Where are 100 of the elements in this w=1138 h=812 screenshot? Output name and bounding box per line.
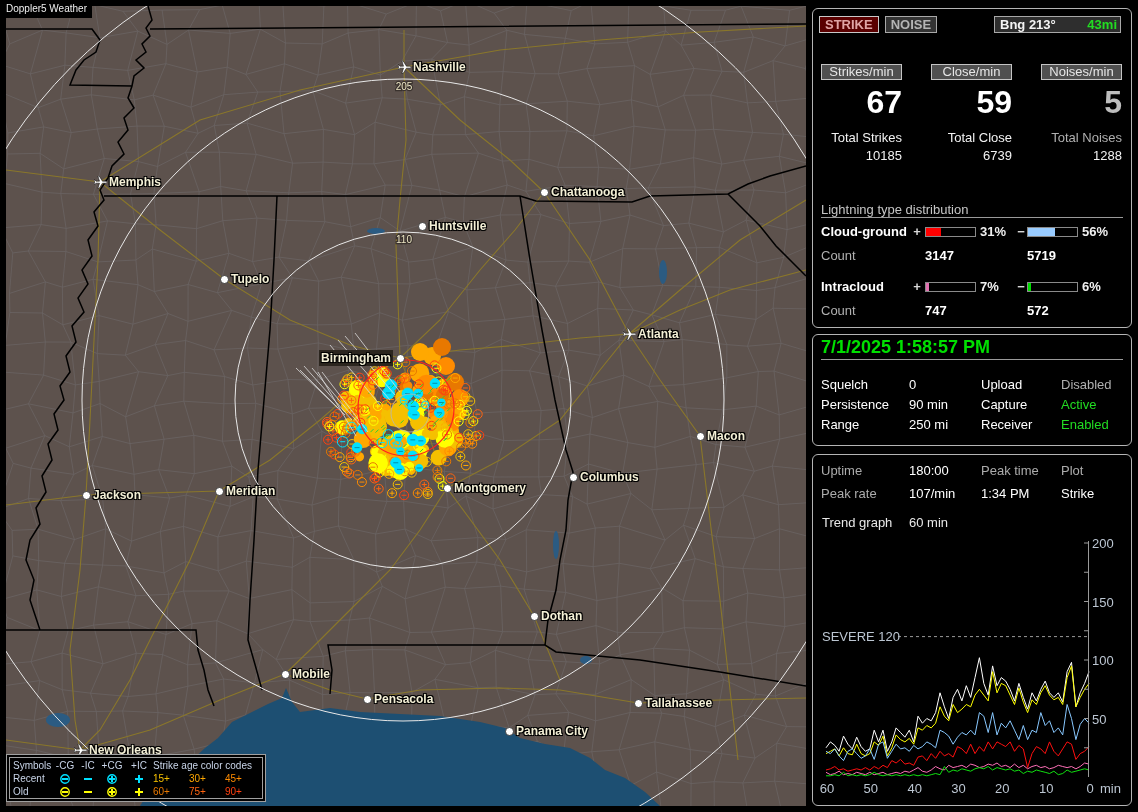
polarity-sign: − [1017, 279, 1025, 295]
service-status: Active [1061, 396, 1097, 414]
percentage-value: 56% [1081, 224, 1109, 240]
city-dot-icon [540, 188, 549, 197]
city-label: Pensacola [374, 691, 434, 707]
airplane-icon [623, 328, 636, 341]
city-dot-icon [418, 222, 427, 231]
city-label: Panama City [516, 723, 589, 739]
service-label: Upload [981, 376, 1023, 394]
stat-value: 107/min [909, 485, 956, 503]
service-label: Receiver [981, 416, 1033, 434]
symbol-type-label: -CG [55, 759, 75, 772]
rate-value: 59 [976, 86, 1012, 118]
city-label: Tallahassee [645, 695, 713, 711]
stat-label: Peak time [981, 462, 1039, 480]
percentage-value: 7% [979, 279, 999, 295]
setting-value: 250 mi [909, 416, 949, 434]
city-label: New Orleans [89, 742, 162, 758]
date-time: 7/1/2025 1:58:57 PM [821, 337, 991, 357]
y-tick-label: 100 [1092, 653, 1114, 668]
setting-value: 90 min [909, 396, 949, 414]
rate-header: Noises/min [1041, 64, 1122, 80]
legend-row-label: Old [13, 785, 30, 798]
type-label: Cloud-ground [821, 224, 908, 240]
range-ring-label: 110 [396, 234, 412, 245]
city-dot-icon [220, 275, 229, 284]
count-label: Count [821, 303, 856, 319]
x-tick-label: 60 [819, 781, 835, 796]
city-dot-icon [569, 473, 578, 482]
x-tick-label: 20 [995, 781, 1010, 796]
total-value: 6739 [983, 147, 1012, 165]
setting-label: Persistence [821, 396, 889, 414]
legend-row-label: Recent [13, 772, 46, 785]
city-label: Mobile [292, 666, 330, 682]
stat-label: Uptime [821, 462, 863, 480]
city-dot-icon [215, 487, 224, 496]
airplane-icon [94, 176, 107, 189]
total-label: Total Strikes [831, 129, 902, 147]
y-tick-label: 200 [1092, 536, 1114, 551]
stat-value: 1:34 PM [981, 485, 1030, 503]
city-label: Jackson [93, 487, 142, 503]
mode-tab[interactable]: NOISE [884, 16, 938, 33]
count-value: 3147 [925, 248, 954, 264]
y-tick-label: 50 [1092, 711, 1107, 727]
age-legend-title: Strike age color codes [153, 759, 253, 772]
rate-header: Strikes/min [821, 64, 902, 80]
symbol-type-label: -IC [81, 759, 95, 772]
trend-graph-span: 60 min [909, 514, 949, 532]
lake [367, 228, 385, 234]
polarity-sign: − [1017, 224, 1025, 240]
service-status: Enabled [1061, 416, 1109, 434]
setting-label: Range [821, 416, 860, 434]
setting-label: Squelch [821, 376, 868, 394]
symbol-type-label: +CG [101, 759, 123, 772]
mode-tab[interactable]: STRIKE [819, 16, 879, 33]
rate-value: 5 [1104, 86, 1122, 118]
distribution-title: Lightning type distribution [821, 203, 969, 217]
service-label: Capture [981, 396, 1028, 414]
city-label: Memphis [109, 174, 161, 190]
rate-value: 67 [866, 86, 902, 118]
symbol-type-label: +IC [131, 759, 147, 772]
city-dot-icon [363, 695, 372, 704]
total-value: 10185 [865, 147, 902, 165]
age-color-label: 15+ [153, 772, 170, 785]
age-color-label: 60+ [153, 785, 170, 798]
trend-graph-label: Trend graph [822, 514, 893, 532]
stat-value: Strike [1061, 485, 1095, 503]
count-value: 5719 [1027, 248, 1056, 264]
bearing-label: Bng 213° [1000, 17, 1056, 32]
city-dot-icon [281, 670, 290, 679]
percentage-value: 31% [979, 224, 1007, 240]
city-label: Meridian [226, 483, 276, 499]
age-color-label: 45+ [225, 772, 242, 785]
city-dot-icon [696, 432, 705, 441]
setting-value: 0 [909, 376, 917, 394]
city-dot-icon [82, 491, 91, 500]
lake [580, 656, 592, 664]
stat-label: Peak rate [821, 485, 877, 503]
city-dot-icon [634, 699, 643, 708]
city-dot-icon [396, 354, 405, 363]
polarity-sign: + [913, 279, 921, 295]
percentage-value: 6% [1081, 279, 1101, 295]
distance-label: 43mi [1087, 17, 1117, 32]
severe-threshold-label: SEVERE 120 [822, 629, 901, 645]
lake [553, 531, 559, 559]
service-status: Disabled [1061, 376, 1112, 394]
count-value: 572 [1027, 303, 1049, 319]
city-label: Chattanooga [551, 184, 625, 200]
stat-label: Plot [1061, 462, 1084, 480]
city-label: Nashville [413, 59, 466, 75]
x-axis-label: min [1100, 781, 1121, 796]
age-color-label: 75+ [189, 785, 206, 798]
city-label: Montgomery [454, 480, 526, 496]
count-label: Count [821, 248, 856, 264]
rate-header: Close/min [931, 64, 1012, 80]
city-dot-icon [443, 484, 452, 493]
city-label: Atlanta [638, 326, 679, 342]
age-color-label: 30+ [189, 772, 206, 785]
city-label: Columbus [580, 469, 639, 485]
total-label: Total Noises [1051, 129, 1122, 147]
